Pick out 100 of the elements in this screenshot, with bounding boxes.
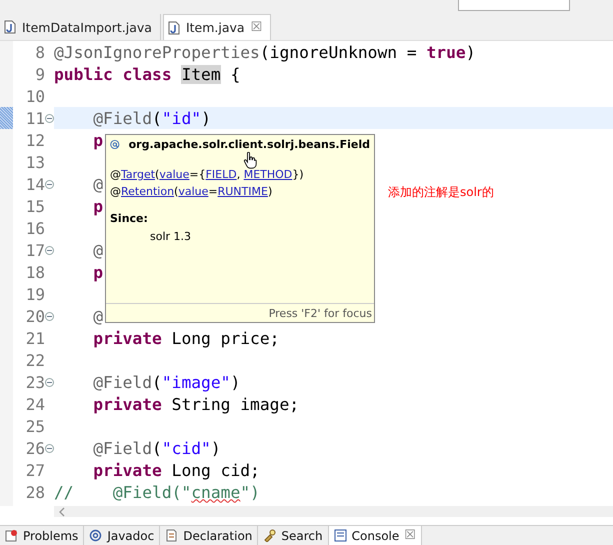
keyword-text: private <box>92 460 163 480</box>
scroll-left-icon[interactable] <box>58 506 65 516</box>
annotation-text: ( <box>155 167 160 183</box>
line-number: 8 <box>34 42 45 62</box>
collapse-icon[interactable] <box>45 378 54 386</box>
line-number: 17 <box>24 240 45 260</box>
collapse-icon[interactable] <box>45 312 54 320</box>
annotation-text: ) <box>268 184 272 200</box>
string-literal: "cid" <box>162 438 211 458</box>
comment-text: // @Field(" <box>54 482 192 502</box>
flashlight-icon <box>263 529 276 542</box>
code-text: ( <box>152 438 162 458</box>
focus-hint: Press 'F2' for focus <box>268 306 372 320</box>
annotation-note: 添加的注解是solr的 <box>388 184 494 201</box>
line-number: 13 <box>24 152 45 172</box>
annotation-text: @ <box>92 240 104 260</box>
keyword-text: private <box>92 328 163 348</box>
hand-cursor-icon <box>243 152 257 169</box>
annotation-text: }) <box>292 167 304 183</box>
since-value: solr 1.3 <box>149 229 192 245</box>
editor-tab[interactable]: Item.java ☒ <box>162 14 272 40</box>
horizontal-scrollbar[interactable] <box>54 506 613 517</box>
annotation-text: @ <box>92 174 104 194</box>
console-icon <box>334 529 347 542</box>
editor-tab[interactable]: ItemDataImport.java <box>0 14 161 40</box>
line-number: 27 <box>24 460 45 480</box>
view-tab[interactable]: Declaration <box>160 526 258 545</box>
annotation-text: @Field <box>92 108 152 128</box>
line-number: 11 <box>24 108 45 128</box>
code-text: (ignoreUnknown = <box>260 42 418 62</box>
keyword-text: p <box>92 130 104 150</box>
popup-title: org.apache.solr.client.solrj.beans.Field <box>128 138 370 151</box>
annotation-text: , <box>236 167 242 183</box>
document-icon <box>165 529 178 542</box>
javadoc-link[interactable]: RUNTIME <box>218 183 268 200</box>
string-literal: "id" <box>162 108 202 128</box>
code-text: ) <box>230 372 240 392</box>
code-text: ) <box>466 42 476 62</box>
keyword-text: true <box>426 42 466 62</box>
annotation-text: @ <box>110 167 121 183</box>
javadoc-link[interactable]: value <box>178 183 208 200</box>
java-file-icon <box>168 20 180 34</box>
javadoc-link[interactable]: FIELD <box>206 166 237 183</box>
view-tab[interactable]: Console ☒ <box>328 526 422 545</box>
collapse-icon[interactable] <box>45 444 54 452</box>
problems-icon <box>5 529 18 542</box>
code-text: String image; <box>172 394 300 414</box>
line-number: 10 <box>24 86 45 106</box>
annotation-text: @ <box>110 184 121 200</box>
line-number: 19 <box>24 284 45 304</box>
annotation-text: ={ <box>189 167 206 183</box>
line-number: 25 <box>24 416 45 436</box>
javadoc-link[interactable]: value <box>159 166 190 183</box>
highlighted-occurrence: Item <box>181 64 221 84</box>
annotation-text: @JsonIgnoreProperties <box>54 42 260 62</box>
code-text: Long price; <box>172 328 280 348</box>
annotation-text: @ <box>92 306 104 326</box>
annotation-text: = <box>208 184 218 200</box>
javadoc-link[interactable]: Target <box>121 166 156 183</box>
line-number: 28 <box>24 482 45 502</box>
view-tab[interactable]: Javadoc <box>84 526 160 545</box>
line-number: 23 <box>24 372 45 392</box>
code-text: ) <box>210 438 221 458</box>
annotation-text: @Field <box>92 438 152 458</box>
keyword-text: private <box>92 394 163 414</box>
quick-access-field[interactable] <box>458 0 570 11</box>
line-number: 16 <box>24 218 45 238</box>
code-text: ) <box>201 108 211 128</box>
java-file-icon <box>4 20 16 34</box>
line-number: 18 <box>24 262 45 282</box>
javadoc-link[interactable]: Retention <box>121 183 174 200</box>
line-number: 14 <box>24 174 45 194</box>
line-number: 24 <box>24 394 45 414</box>
at-sign-icon <box>89 529 102 542</box>
line-number: 22 <box>24 350 45 370</box>
collapse-icon[interactable] <box>45 246 54 254</box>
code-text: { <box>229 64 240 84</box>
line-number: 15 <box>24 196 45 216</box>
comment-text: ") <box>240 482 260 502</box>
code-text: ( <box>152 372 162 392</box>
javadoc-link[interactable]: METHOD <box>244 166 292 183</box>
view-tab[interactable]: Problems <box>0 526 84 545</box>
annotation-text: ( <box>174 184 178 200</box>
code-text: Long cid; <box>172 460 260 480</box>
keyword-text: p <box>92 196 104 216</box>
line-number: 9 <box>34 64 45 84</box>
misspelled-word: cname <box>191 482 240 502</box>
line-number: 21 <box>24 328 45 348</box>
keyword-text: public class <box>54 64 173 84</box>
code-text: ( <box>152 108 162 128</box>
collapse-icon[interactable] <box>45 114 54 122</box>
annotation-icon <box>110 138 120 151</box>
keyword-text: p <box>92 262 104 282</box>
line-number: 12 <box>24 130 45 150</box>
line-number: 20 <box>24 306 45 326</box>
string-literal: "image" <box>162 372 230 392</box>
annotation-text: @Field <box>92 372 152 392</box>
line-number: 26 <box>24 438 45 458</box>
since-label: Since: <box>110 211 149 227</box>
collapse-icon[interactable] <box>45 180 54 188</box>
